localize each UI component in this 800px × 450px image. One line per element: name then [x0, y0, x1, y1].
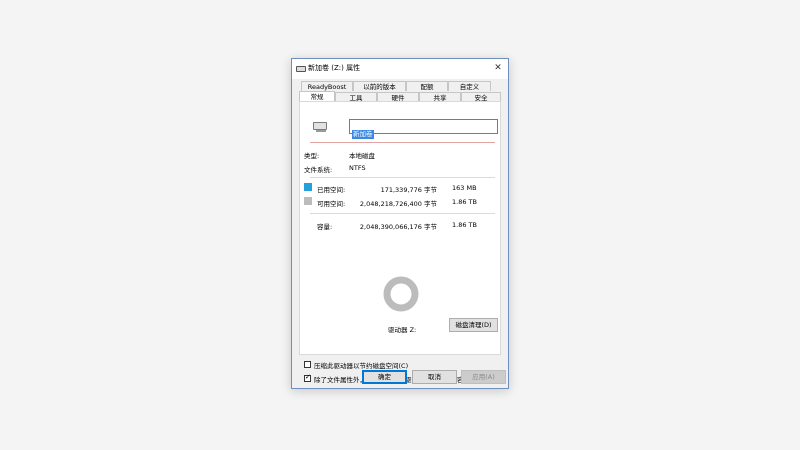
volume-name-text: 新加卷: [352, 130, 374, 139]
tab-readyboost[interactable]: ReadyBoost: [301, 81, 353, 91]
index-checkbox[interactable]: [304, 373, 311, 382]
free-space-ring: [383, 276, 419, 312]
window-title: 新加卷 (Z:) 属性: [308, 64, 361, 72]
title-bar[interactable]: 新加卷 (Z:) 属性 ✕: [292, 59, 508, 79]
tab-quota[interactable]: 配额: [406, 81, 448, 91]
capacity-label: 容量:: [317, 223, 333, 231]
used-space-size: 163 MB: [452, 184, 477, 192]
tab-previous-versions[interactable]: 以前的版本: [353, 81, 406, 91]
free-space-size: 1.86 TB: [452, 198, 477, 206]
properties-dialog: 新加卷 (Z:) 属性 ✕ ReadyBoost 以前的版本 配额 自定义 常规…: [291, 58, 509, 389]
used-space-swatch: [304, 183, 312, 191]
close-button[interactable]: ✕: [492, 62, 504, 74]
ok-button[interactable]: 确定: [362, 370, 407, 384]
capacity-bytes: 2,048,390,066,176 字节: [359, 223, 437, 231]
free-space-label: 可用空间:: [317, 200, 346, 208]
filesystem-value: NTFS: [349, 164, 366, 172]
drive-icon: [296, 66, 306, 72]
tab-customize[interactable]: 自定义: [448, 81, 491, 91]
used-space-label: 已用空间:: [317, 186, 346, 194]
filesystem-label: 文件系统:: [304, 166, 333, 174]
free-space-swatch: [304, 197, 312, 205]
separator: [310, 213, 495, 214]
drive-icon: [313, 122, 327, 132]
compress-label[interactable]: 压缩此驱动器以节约磁盘空间(C): [314, 360, 408, 370]
drive-letter-label: 驱动器 Z:: [388, 326, 417, 334]
free-space-bytes: 2,048,218,726,400 字节: [359, 200, 437, 208]
separator: [310, 142, 495, 143]
compress-checkbox[interactable]: [304, 361, 311, 368]
cancel-button[interactable]: 取消: [412, 370, 457, 384]
apply-button[interactable]: 应用(A): [461, 370, 506, 384]
disk-cleanup-button[interactable]: 磁盘清理(D): [449, 318, 498, 332]
volume-name-field[interactable]: 新加卷: [349, 119, 498, 139]
used-space-bytes: 171,339,776 字节: [380, 186, 437, 194]
usage-donut-chart: [383, 276, 419, 312]
separator: [310, 177, 495, 178]
type-value: 本地磁盘: [349, 152, 375, 160]
capacity-size: 1.86 TB: [452, 221, 477, 229]
type-label: 类型:: [304, 152, 320, 160]
general-panel: 新加卷 类型: 本地磁盘 文件系统: NTFS 已用空间: 171,339,77…: [299, 101, 501, 384]
